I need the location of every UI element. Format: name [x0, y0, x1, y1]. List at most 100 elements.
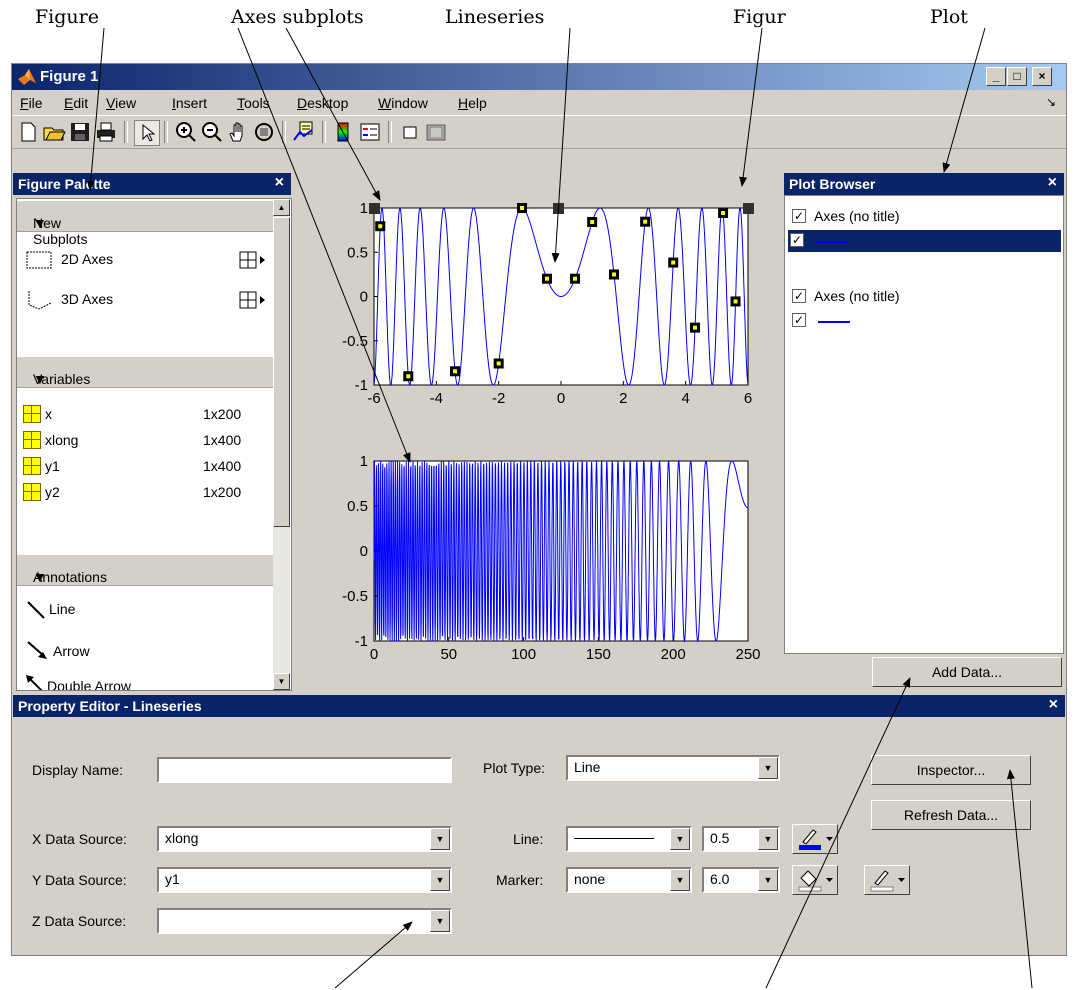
inspector-button[interactable]: Inspector... — [871, 755, 1031, 785]
toolbar-separator — [388, 121, 392, 143]
refresh-data-button[interactable]: Refresh Data... — [871, 800, 1031, 830]
checkbox-checked-icon[interactable]: ✓ — [792, 209, 806, 223]
z-data-source-dropdown[interactable]: ▼ — [157, 908, 452, 934]
pan-hand-icon[interactable] — [226, 120, 250, 144]
menu-help[interactable]: Help — [458, 95, 487, 111]
marker-label: Marker: — [496, 872, 544, 888]
checkbox-checked-icon[interactable]: ✓ — [792, 313, 806, 327]
variable-row-xlong[interactable]: xlong 1x400 — [23, 429, 263, 455]
menu-view[interactable]: View — [106, 95, 136, 111]
marker-edge-color-button[interactable] — [864, 865, 910, 895]
line-color-button[interactable] — [792, 824, 838, 854]
dropdown-arrow-icon[interactable]: ▼ — [758, 757, 778, 779]
x-tick-label: -2 — [492, 390, 505, 407]
dropdown-arrow-icon[interactable]: ▼ — [758, 828, 778, 850]
checkbox-checked-icon[interactable]: ✓ — [790, 233, 804, 247]
colorbar-icon[interactable] — [332, 120, 356, 144]
window-title: Figure 1 — [40, 68, 99, 85]
menu-file[interactable]: File — [20, 95, 43, 111]
dropdown-arrow-icon[interactable]: ▼ — [430, 869, 450, 891]
marker-size-dropdown[interactable]: 6.0 ▼ — [702, 867, 780, 893]
x-tick-label: 0 — [557, 390, 565, 407]
save-icon[interactable] — [68, 120, 92, 144]
plot-type-dropdown[interactable]: Line ▼ — [566, 755, 780, 781]
marker-fill-color-button[interactable] — [792, 865, 838, 895]
show-plot-tools-icon[interactable] — [424, 120, 448, 144]
z-data-source-label: Z Data Source: — [32, 913, 127, 929]
variable-grid-icon — [23, 405, 41, 423]
palette-item-3d-axes[interactable]: 3D Axes — [25, 289, 273, 313]
figure-palette-title: Figure Palette — [18, 176, 111, 192]
print-icon[interactable] — [94, 120, 118, 144]
menu-window[interactable]: Window — [378, 95, 428, 111]
line-style-dropdown[interactable]: ▼ — [566, 826, 692, 852]
axes-bottom[interactable]: 0 50 100 150 200 250 1 0.5 0 -0.5 -1 — [342, 453, 760, 663]
line-width-dropdown[interactable]: 0.5 ▼ — [702, 826, 780, 852]
display-name-field[interactable] — [157, 757, 452, 783]
annotations-section-header[interactable]: ▼ Annotations — [17, 555, 274, 586]
selection-handle-center — [590, 220, 595, 225]
variable-row-y1[interactable]: y1 1x400 — [23, 455, 263, 481]
dropdown-arrow-icon[interactable]: ▼ — [670, 869, 690, 891]
y-tick-label: -0.5 — [342, 333, 368, 350]
2d-axes-icon — [26, 251, 52, 269]
plot-browser-axes-1[interactable]: ✓ Axes (no title) — [790, 206, 1066, 228]
hide-plot-tools-icon[interactable] — [398, 120, 422, 144]
x-data-source-label: X Data Source: — [32, 831, 127, 847]
variables-section-header[interactable]: ▼ Variables — [17, 357, 274, 388]
new-subplots-header-label: New Subplots — [33, 215, 88, 247]
pen-color-icon — [799, 829, 833, 850]
annotation-item-double-arrow[interactable]: Double Arrow — [25, 674, 265, 690]
plot-browser-line-1-selected[interactable]: ✓ — [788, 230, 1061, 252]
figure-palette-content: ▼ New Subplots 2D Axes 3D Axes ▼ Variabl… — [16, 198, 292, 691]
plot-browser-close-icon[interactable]: × — [1048, 174, 1057, 192]
y-tick-label: 0 — [360, 543, 368, 560]
axes-selection-handle — [743, 203, 754, 214]
figure-palette-close-icon[interactable]: × — [275, 174, 284, 192]
menu-edit[interactable]: Edit — [64, 95, 88, 111]
grid-layout-icon[interactable] — [239, 291, 269, 309]
zoom-in-icon[interactable] — [174, 120, 198, 144]
scroll-up-icon[interactable]: ▲ — [273, 199, 290, 216]
legend-icon[interactable] — [358, 120, 382, 144]
palette-item-2d-axes[interactable]: 2D Axes — [25, 249, 273, 273]
add-data-button[interactable]: Add Data... — [872, 657, 1062, 687]
zoom-out-icon[interactable] — [200, 120, 224, 144]
property-editor-close-icon[interactable]: × — [1049, 696, 1058, 714]
variable-row-y2[interactable]: y2 1x200 — [23, 481, 263, 507]
scroll-down-icon[interactable]: ▼ — [273, 673, 290, 690]
new-file-icon[interactable] — [16, 120, 40, 144]
annotation-item-arrow[interactable]: Arrow — [25, 639, 265, 663]
dropdown-arrow-icon[interactable]: ▼ — [670, 828, 690, 850]
palette-scrollbar[interactable]: ▲ ▼ — [273, 199, 290, 690]
plot-browser-axes-2[interactable]: ✓ Axes (no title) — [790, 286, 1066, 308]
maximize-button[interactable]: □ — [1007, 67, 1027, 86]
variable-row-x[interactable]: x 1x200 — [23, 403, 263, 429]
minimize-button[interactable]: _ — [986, 67, 1006, 86]
data-cursor-icon[interactable] — [292, 120, 316, 144]
menu-tools[interactable]: Tools — [237, 95, 270, 111]
close-window-button[interactable]: × — [1032, 67, 1052, 86]
menu-insert[interactable]: Insert — [172, 95, 207, 111]
plot-area: -6 -4 -2 0 2 4 6 1 0.5 0 -0.5 -1 0 50 100 150 200 250 1 0.… — [342, 200, 760, 663]
select-arrow-icon[interactable] — [134, 120, 160, 146]
x-data-source-dropdown[interactable]: xlong ▼ — [157, 826, 452, 852]
selection-handle-center — [733, 299, 738, 304]
y-data-source-dropdown[interactable]: y1 ▼ — [157, 867, 452, 893]
checkbox-checked-icon[interactable]: ✓ — [792, 289, 806, 303]
dropdown-arrow-icon[interactable]: ▼ — [430, 828, 450, 850]
rotate-3d-icon[interactable] — [252, 120, 276, 144]
new-subplots-section-header[interactable]: ▼ New Subplots — [17, 201, 274, 247]
menu-desktop[interactable]: Desktop — [297, 95, 348, 111]
marker-style-dropdown[interactable]: none ▼ — [566, 867, 692, 893]
annotation-item-line[interactable]: Line — [25, 599, 265, 623]
grid-layout-icon[interactable] — [239, 251, 269, 269]
plot-browser-line-2[interactable]: ✓ — [790, 310, 1066, 332]
dropdown-arrow-icon[interactable]: ▼ — [758, 869, 778, 891]
dropdown-arrow-icon[interactable]: ▼ — [430, 910, 450, 932]
undock-arrow-icon[interactable]: ↘ — [1046, 95, 1056, 109]
scroll-thumb[interactable] — [273, 217, 290, 527]
open-folder-icon[interactable] — [42, 120, 66, 144]
line-swatch-icon — [818, 321, 850, 323]
axes-top[interactable]: -6 -4 -2 0 2 4 6 1 0.5 0 -0.5 -1 — [342, 200, 754, 407]
